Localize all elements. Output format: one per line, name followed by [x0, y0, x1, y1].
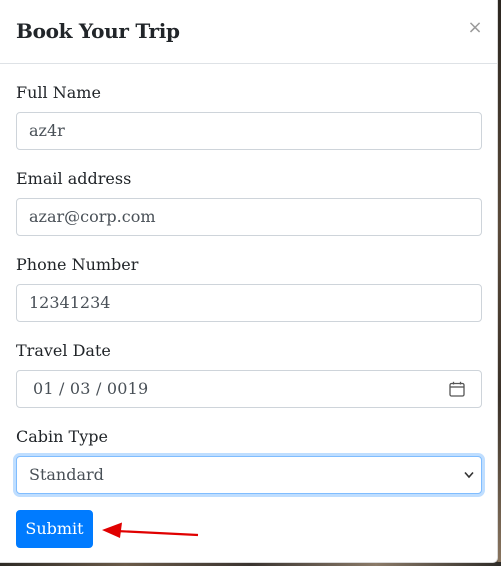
submit-button[interactable]: Submit	[16, 510, 93, 548]
email-label: Email address	[16, 169, 132, 188]
phone-value: 12341234	[29, 293, 111, 312]
phone-label: Phone Number	[16, 255, 139, 274]
modal-title: Book Your Trip	[16, 19, 180, 43]
phone-group: Phone Number 12341234	[16, 255, 482, 322]
full-name-value: az4r	[29, 121, 65, 140]
email-value: azar@corp.com	[29, 207, 156, 226]
modal-header: Book Your Trip ×	[0, 0, 497, 64]
full-name-group: Full Name az4r	[16, 83, 482, 150]
close-button[interactable]: ×	[467, 18, 483, 38]
cabin-type-label: Cabin Type	[16, 427, 108, 446]
cabin-type-group: Cabin Type Standard	[16, 427, 482, 494]
email-input[interactable]: azar@corp.com	[16, 198, 482, 236]
close-icon: ×	[467, 17, 483, 38]
travel-date-label: Travel Date	[16, 341, 111, 360]
chevron-down-icon	[464, 471, 474, 479]
cabin-type-selected: Standard	[29, 465, 104, 484]
email-group: Email address azar@corp.com	[16, 169, 482, 236]
travel-date-group: Travel Date 01 / 03 / 0019	[16, 341, 482, 408]
calendar-icon[interactable]	[449, 381, 465, 397]
booking-modal: Book Your Trip × Full Name az4r Email ad…	[0, 0, 498, 563]
full-name-input[interactable]: az4r	[16, 112, 482, 150]
travel-date-input[interactable]: 01 / 03 / 0019	[16, 370, 482, 408]
full-name-label: Full Name	[16, 83, 101, 102]
travel-date-value: 01 / 03 / 0019	[33, 379, 149, 398]
cabin-type-select[interactable]: Standard	[16, 456, 482, 494]
phone-input[interactable]: 12341234	[16, 284, 482, 322]
arrow-icon	[102, 522, 199, 538]
